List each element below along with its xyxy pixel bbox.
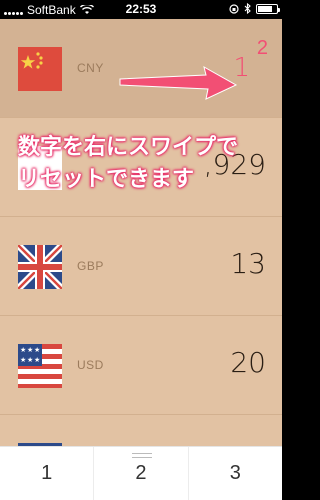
currency-row-usd[interactable]: ★ ★ ★ ★ ★ ★ USD 20 <box>0 316 282 415</box>
svg-text:★: ★ <box>20 346 26 354</box>
currency-amount-superscript: 2 <box>256 37 268 59</box>
china-flag-icon <box>18 47 62 91</box>
bluetooth-icon <box>244 3 251 14</box>
svg-text:★: ★ <box>34 346 40 354</box>
lock-rotation-icon <box>229 3 239 14</box>
status-bar: SoftBank 22:53 <box>0 0 282 19</box>
svg-text:★: ★ <box>27 346 33 354</box>
keypad-drag-handle[interactable] <box>132 453 152 458</box>
key-1[interactable]: 1 <box>0 447 95 500</box>
currency-converter: CNY 1 2 ,929 GBP 13 ★ ★ ★ ★ ★ ★ USD 20 数… <box>0 19 282 500</box>
annotation-line-2: リセットできます <box>18 166 195 191</box>
currency-amount[interactable]: 13 <box>230 247 266 280</box>
swipe-right-arrow-icon <box>119 65 238 100</box>
swipe-reset-annotation: 数字を右にスワイプで リセットできます <box>18 131 278 195</box>
status-right <box>229 3 280 14</box>
currency-row-gbp[interactable]: GBP 13 <box>0 217 282 316</box>
currency-code: CNY <box>77 61 104 75</box>
annotation-line-1: 数字を右にスワイプで <box>18 134 239 159</box>
key-3[interactable]: 3 <box>189 447 282 500</box>
us-flag-icon: ★ ★ ★ ★ ★ ★ <box>18 344 62 388</box>
battery-icon <box>256 3 280 14</box>
currency-code: USD <box>77 358 104 372</box>
svg-text:★: ★ <box>27 356 33 364</box>
svg-text:★: ★ <box>34 356 40 364</box>
currency-code: GBP <box>77 259 104 273</box>
svg-text:★: ★ <box>20 356 26 364</box>
uk-flag-icon <box>18 245 62 289</box>
currency-amount[interactable]: 20 <box>230 346 266 379</box>
